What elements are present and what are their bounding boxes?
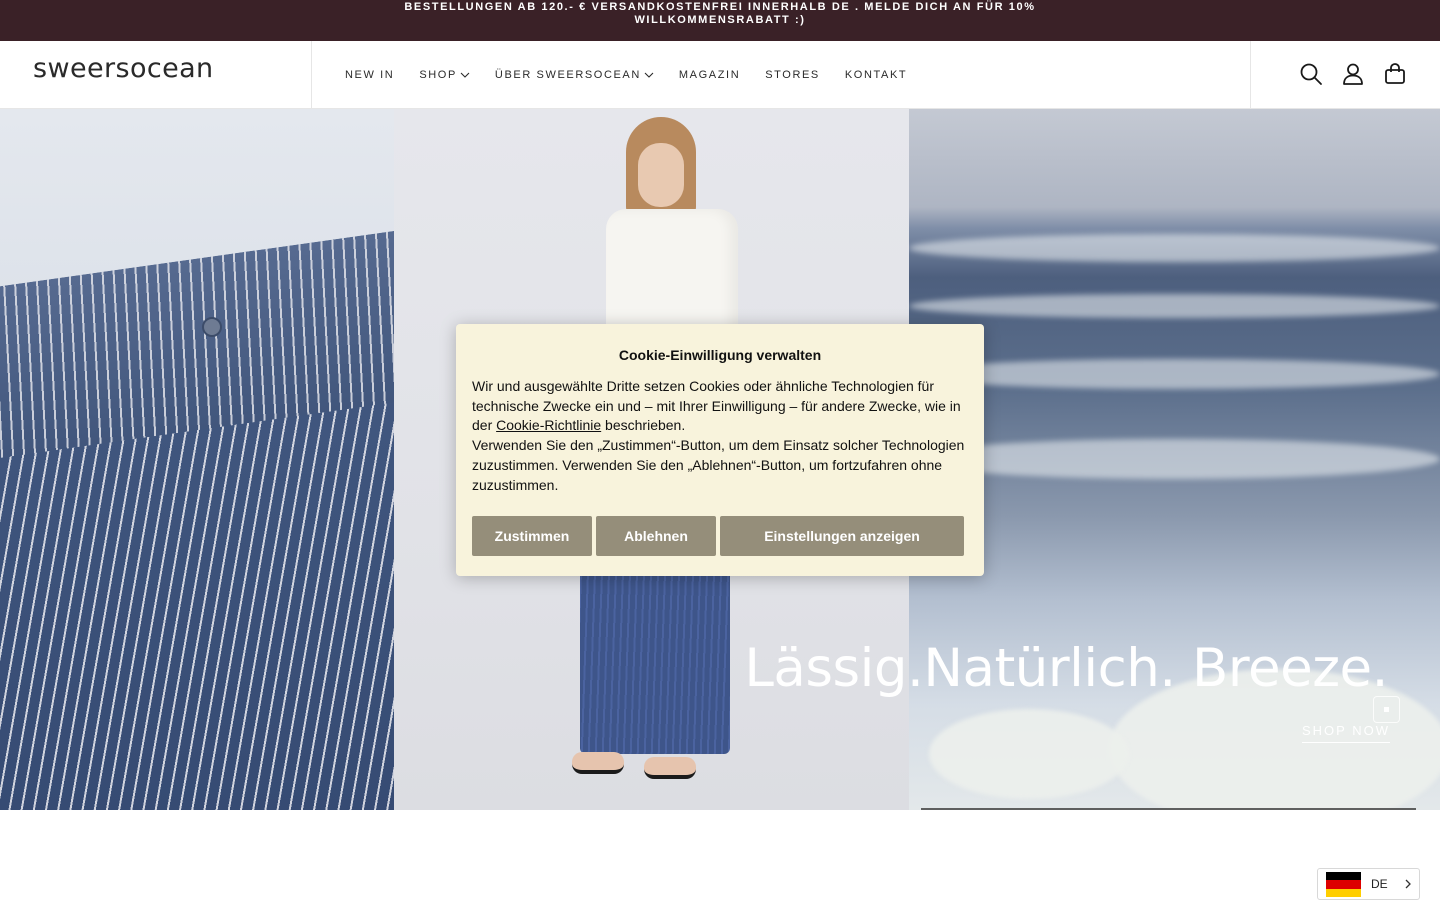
language-switcher[interactable]: DE (1317, 868, 1420, 900)
cookie-reject-button[interactable]: Ablehnen (596, 516, 716, 556)
nav-item-kontakt[interactable]: KONTAKT (845, 69, 907, 81)
slideshow-progress (921, 808, 1416, 810)
cookie-description: Wir und ausgewählte Dritte setzen Cookie… (472, 378, 965, 493)
cookie-policy-link[interactable]: Cookie-Richtlinie (496, 417, 601, 433)
cookie-accept-button[interactable]: Zustimmen (472, 516, 592, 556)
cookie-title: Cookie-Einwilligung verwalten (618, 347, 822, 363)
search-icon[interactable] (1299, 62, 1323, 86)
hero-heading: Lässig.Natürlich. Breeze. (744, 638, 1388, 699)
german-flag-icon (1326, 872, 1361, 897)
account-icon[interactable] (1341, 62, 1365, 86)
pause-icon (1384, 707, 1389, 712)
shop-now-link[interactable]: SHOP NOW (1302, 723, 1390, 743)
nav-label: SHOP (419, 68, 457, 81)
nav-item-magazin[interactable]: MAGAZIN (679, 69, 740, 81)
announcement-bar: BESTELLUNGEN AB 120.- € VERSANDKOSTENFRE… (0, 0, 1440, 41)
slideshow-pause-button[interactable] (1373, 696, 1400, 723)
chevron-right-icon (1405, 879, 1411, 889)
cookie-consent-dialog: Cookie-Einwilligung verwalten Wir und au… (456, 324, 984, 576)
main-nav: NEW IN SHOP ÜBER SWEERSOCEAN MAGAZIN STO… (345, 41, 932, 108)
nav-label: MAGAZIN (678, 68, 741, 81)
nav-label: KONTAKT (844, 68, 908, 81)
chevron-down-icon (460, 72, 470, 78)
nav-item-stores[interactable]: STORES (765, 69, 820, 81)
nav-label: NEW IN (345, 68, 395, 81)
announcement-text: BESTELLUNGEN AB 120.- € VERSANDKOSTENFRE… (404, 1, 1036, 26)
chevron-down-icon (644, 72, 654, 78)
nav-label: STORES (765, 68, 820, 81)
hero-image-striped-trousers (0, 109, 450, 810)
nav-label: ÜBER SWEERSOCEAN (494, 68, 641, 81)
nav-item-new-in[interactable]: NEW IN (345, 69, 394, 81)
hero-image-sea (909, 109, 1440, 810)
site-header: sweersocean NEW IN SHOP ÜBER SWEERSOCEAN… (0, 41, 1440, 109)
nav-item-ueber-sweersocean[interactable]: ÜBER SWEERSOCEAN (495, 69, 654, 81)
nav-item-shop[interactable]: SHOP (419, 69, 470, 81)
logo-container: sweersocean (0, 41, 312, 108)
header-icons (1250, 41, 1440, 108)
language-code: DE (1371, 877, 1388, 891)
cookie-settings-button[interactable]: Einstellungen anzeigen (720, 516, 964, 556)
site-logo[interactable]: sweersocean (33, 53, 214, 84)
cart-icon[interactable] (1383, 62, 1407, 86)
